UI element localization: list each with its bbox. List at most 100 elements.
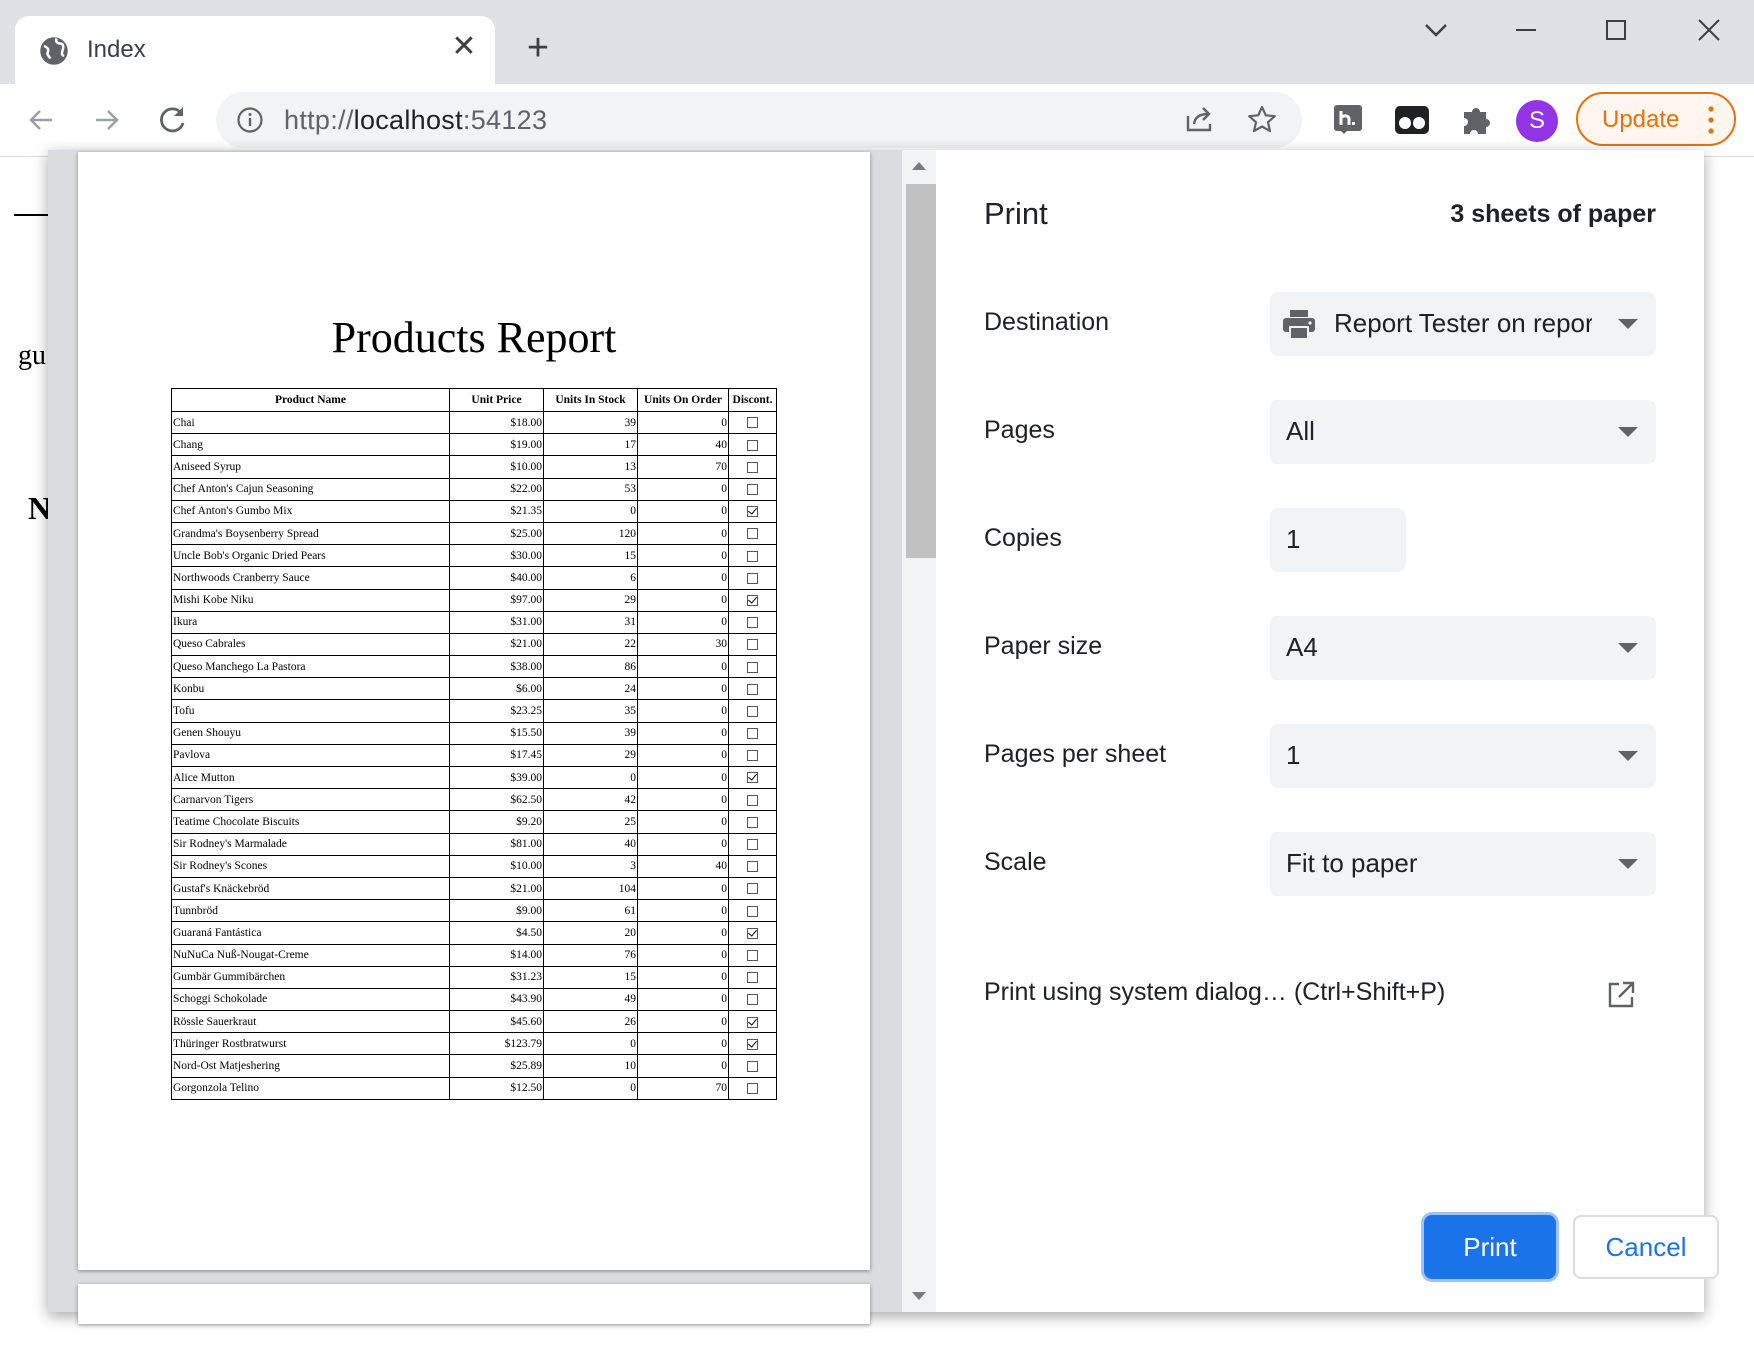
table-row: Queso Cabrales $21.00 22 30 bbox=[171, 632, 777, 657]
table-row: Konbu $6.00 24 0 bbox=[171, 677, 777, 701]
table-row: Genen Shouyu $15.50 39 0 bbox=[171, 721, 777, 745]
paper-size-value: A4 bbox=[1286, 632, 1318, 662]
units-on-order-cell: 70 bbox=[637, 1076, 729, 1100]
url-port: :54123 bbox=[462, 105, 548, 135]
pages-per-sheet-value: 1 bbox=[1286, 740, 1301, 770]
discontinued-cell bbox=[728, 655, 777, 679]
table-row: Queso Manchego La Pastora $38.00 86 0 bbox=[171, 655, 777, 679]
table-row: Tunnbröd $9.00 61 0 bbox=[171, 899, 777, 923]
pages-select[interactable]: All bbox=[1270, 400, 1656, 464]
menu-dots-icon[interactable] bbox=[1708, 106, 1714, 134]
units-on-order-cell: 0 bbox=[637, 499, 729, 523]
units-in-stock-cell: 29 bbox=[543, 588, 638, 612]
product-name-cell: Chai bbox=[171, 410, 450, 435]
product-name-cell: Alice Mutton bbox=[171, 765, 450, 790]
close-window-icon[interactable] bbox=[1688, 14, 1728, 46]
bookmark-star-icon[interactable] bbox=[1246, 104, 1278, 136]
copies-input[interactable]: 1 bbox=[1270, 508, 1406, 572]
discontinued-cell bbox=[728, 810, 777, 834]
unchecked-checkbox-icon bbox=[747, 661, 758, 673]
print-settings-panel: Print 3 sheets of paper Destination Repo… bbox=[936, 150, 1719, 1312]
browser-tab[interactable]: Index ✕ bbox=[15, 16, 495, 84]
print-button[interactable]: Print bbox=[1424, 1215, 1556, 1279]
unit-price-cell: $40.00 bbox=[449, 566, 544, 590]
tab-close-icon[interactable]: ✕ bbox=[449, 32, 479, 62]
new-tab-button[interactable]: + bbox=[520, 29, 556, 67]
units-in-stock-cell: 22 bbox=[543, 632, 638, 657]
table-row: Carnarvon Tigers $62.50 42 0 bbox=[171, 788, 777, 812]
product-name-cell: Gorgonzola Telino bbox=[171, 1076, 450, 1100]
print-preview-area[interactable]: Products Report Product Name Unit Price … bbox=[48, 150, 936, 1324]
destination-select[interactable]: Report Tester on repor bbox=[1270, 292, 1656, 356]
discontinued-cell bbox=[728, 987, 777, 1012]
unchecked-checkbox-icon bbox=[747, 639, 758, 651]
open-external-icon[interactable] bbox=[1606, 980, 1636, 1010]
units-on-order-cell: 40 bbox=[637, 854, 729, 878]
share-icon[interactable] bbox=[1184, 104, 1216, 136]
units-in-stock-cell: 61 bbox=[543, 899, 638, 923]
product-name-cell: Tofu bbox=[171, 699, 450, 723]
reload-icon[interactable] bbox=[150, 98, 194, 142]
product-name-cell: Queso Cabrales bbox=[171, 632, 450, 657]
update-button[interactable]: Update bbox=[1576, 92, 1736, 146]
discontinued-cell bbox=[728, 743, 777, 768]
column-header: Product Name bbox=[171, 388, 450, 412]
paper-size-select[interactable]: A4 bbox=[1270, 616, 1656, 680]
forward-icon[interactable] bbox=[84, 98, 128, 142]
unit-price-cell: $17.45 bbox=[449, 743, 544, 768]
discontinued-cell bbox=[728, 410, 777, 435]
unit-price-cell: $45.60 bbox=[449, 1010, 544, 1034]
checked-checkbox-icon bbox=[747, 594, 758, 606]
url-text[interactable]: http://localhost:54123 bbox=[284, 105, 547, 136]
scroll-up-arrow-icon[interactable] bbox=[912, 162, 926, 170]
unchecked-checkbox-icon bbox=[747, 1060, 758, 1072]
scale-select[interactable]: Fit to paper bbox=[1270, 832, 1656, 896]
discontinued-cell bbox=[728, 876, 777, 901]
units-in-stock-cell: 0 bbox=[543, 1032, 638, 1056]
product-name-cell: Tunnbröd bbox=[171, 899, 450, 923]
column-header: Unit Price bbox=[449, 388, 544, 412]
scroll-down-arrow-icon[interactable] bbox=[912, 1292, 926, 1300]
units-on-order-cell: 0 bbox=[637, 788, 729, 812]
preview-scrollbar[interactable] bbox=[902, 150, 936, 1312]
pages-per-sheet-select[interactable]: 1 bbox=[1270, 724, 1656, 788]
unchecked-checkbox-icon bbox=[747, 905, 758, 917]
unit-price-cell: $30.00 bbox=[449, 544, 544, 568]
extensions-puzzle-icon[interactable] bbox=[1456, 100, 1496, 140]
unchecked-checkbox-icon bbox=[747, 439, 758, 451]
pages-value: All bbox=[1286, 416, 1315, 446]
units-in-stock-cell: 25 bbox=[543, 810, 638, 834]
discontinued-cell bbox=[728, 1054, 777, 1078]
units-in-stock-cell: 39 bbox=[543, 721, 638, 745]
unchecked-checkbox-icon bbox=[747, 794, 758, 806]
globe-icon bbox=[40, 37, 68, 65]
discontinued-cell bbox=[728, 1076, 777, 1100]
product-name-cell: Aniseed Syrup bbox=[171, 455, 450, 479]
discontinued-cell bbox=[728, 499, 777, 523]
address-bar[interactable]: http://localhost:54123 bbox=[216, 92, 1302, 148]
table-row: Gustaf's Knäckebröd $21.00 104 0 bbox=[171, 876, 777, 901]
report-title: Products Report bbox=[331, 313, 617, 362]
site-info-icon[interactable] bbox=[236, 106, 264, 134]
hypothesis-extension-icon[interactable] bbox=[1328, 100, 1368, 140]
cancel-button[interactable]: Cancel bbox=[1573, 1215, 1719, 1279]
unit-price-cell: $43.90 bbox=[449, 987, 544, 1012]
unit-price-cell: $10.00 bbox=[449, 455, 544, 479]
units-in-stock-cell: 39 bbox=[543, 410, 638, 435]
table-row: Guaraná Fantástica $4.50 20 0 bbox=[171, 921, 777, 945]
scroll-thumb[interactable] bbox=[906, 184, 936, 558]
minimize-icon[interactable] bbox=[1506, 14, 1546, 46]
units-on-order-cell: 0 bbox=[637, 810, 729, 834]
eyes-extension-icon[interactable] bbox=[1392, 100, 1432, 140]
units-in-stock-cell: 13 bbox=[543, 455, 638, 479]
back-icon[interactable] bbox=[20, 98, 64, 142]
units-on-order-cell: 0 bbox=[637, 876, 729, 901]
maximize-icon[interactable] bbox=[1596, 14, 1636, 46]
checked-checkbox-icon bbox=[747, 506, 758, 518]
table-body: Chai $18.00 39 0 Chang $19.00 17 40 Aniseed Syru… bbox=[171, 410, 777, 1100]
table-row: Chai $18.00 39 0 bbox=[171, 410, 777, 435]
profile-avatar[interactable]: S bbox=[1516, 100, 1558, 142]
tab-search-chevron-icon[interactable] bbox=[1416, 14, 1456, 46]
units-on-order-cell: 0 bbox=[637, 965, 729, 989]
system-dialog-link[interactable]: Print using system dialog… (Ctrl+Shift+P… bbox=[984, 978, 1445, 1007]
